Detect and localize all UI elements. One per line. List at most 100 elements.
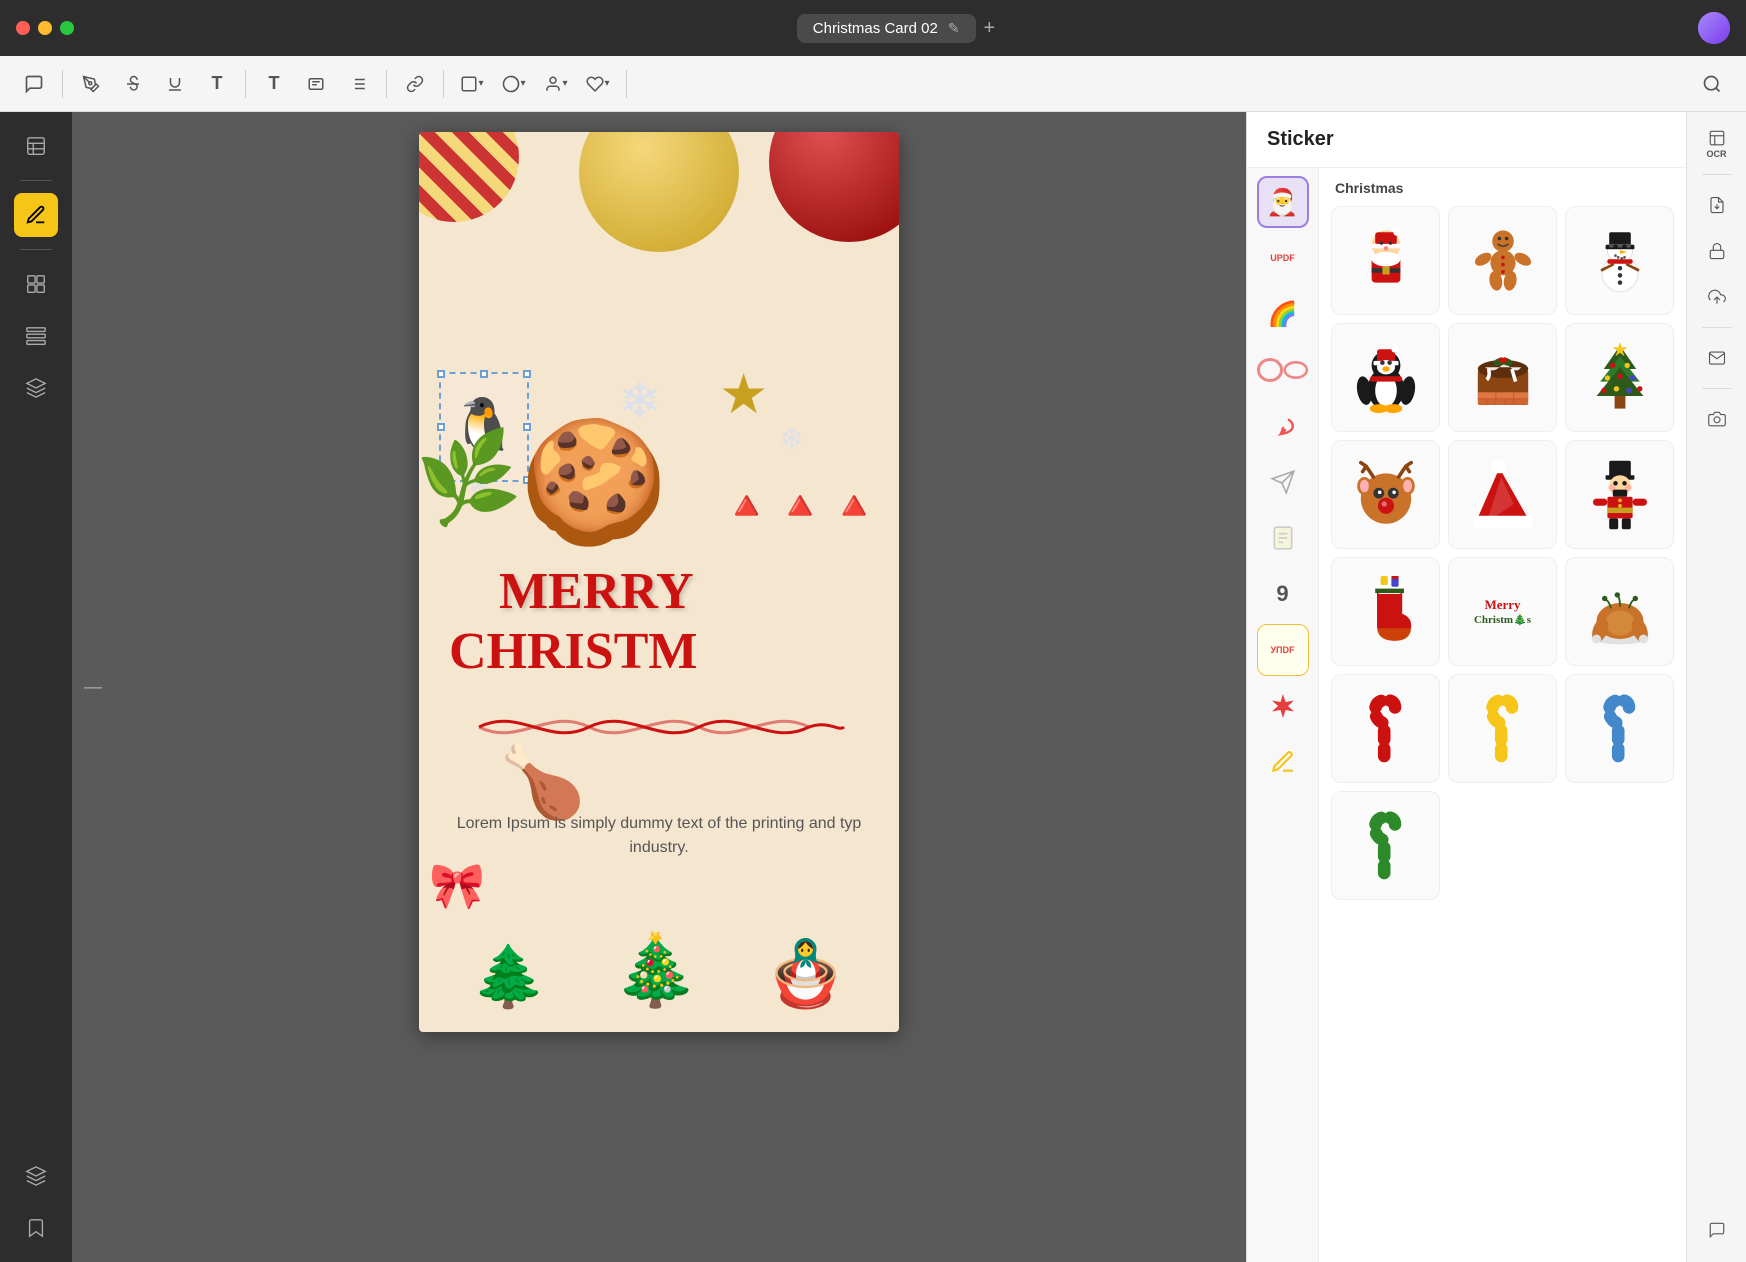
sticker-gingerbread[interactable] [1448, 206, 1557, 315]
leaf-branch: 🌿 [419, 424, 526, 534]
merry-text: MERRY [499, 562, 694, 621]
handle-tr[interactable] [523, 370, 531, 378]
share-button[interactable] [1697, 277, 1737, 317]
toolbar-sep-4 [443, 70, 444, 98]
sticker-christmas-tree[interactable] [1565, 323, 1674, 432]
ocr-button[interactable]: OCR [1697, 124, 1737, 164]
tree-3: 🔺 [829, 482, 879, 529]
text-box-button[interactable] [298, 66, 334, 102]
avatar[interactable] [1698, 12, 1730, 44]
sticker-nutcracker[interactable] [1565, 440, 1674, 549]
snowflake-2: ❄ [779, 422, 804, 457]
right-sep-3 [1702, 388, 1732, 389]
sidebar-layers-btn[interactable] [14, 1154, 58, 1198]
toolbar-sep-1 [62, 70, 63, 98]
toolbar-sep-3 [386, 70, 387, 98]
shape-button[interactable]: ▾ [454, 66, 490, 102]
category-number[interactable]: 9 [1257, 568, 1309, 620]
search-button[interactable] [1694, 66, 1730, 102]
sticker-candy-cane-green[interactable] [1331, 791, 1440, 900]
right-sep-1 [1702, 174, 1732, 175]
category-oval[interactable] [1257, 344, 1309, 396]
ocr-label: OCR [1707, 149, 1727, 159]
lock-button[interactable] [1697, 231, 1737, 271]
active-tab[interactable]: Christmas Card 02 ✎ [797, 14, 976, 43]
sidebar-components-btn[interactable] [14, 366, 58, 410]
sticker-panel: Sticker 🎅 UPDF 🌈 [1246, 112, 1686, 1262]
sticker-grid-area: Christmas [1319, 168, 1686, 1262]
strikethrough-button[interactable] [115, 66, 151, 102]
text-button[interactable]: T [199, 66, 235, 102]
edit-title-icon[interactable]: ✎ [948, 20, 960, 37]
sidebar-pages-btn[interactable] [14, 124, 58, 168]
category-emoji[interactable]: 🌈 [1257, 288, 1309, 340]
pinecone: 🌲 [472, 941, 547, 1012]
tree-1: 🔺 [722, 482, 772, 529]
sticker-santa-hat[interactable] [1448, 440, 1557, 549]
category-christmas[interactable]: 🎅 [1257, 176, 1309, 228]
category-label: Christmas [1331, 180, 1674, 196]
category-plane[interactable] [1257, 456, 1309, 508]
canvas-area[interactable]: — — 🍃 ★ ❄ ❄ ❄ [72, 112, 1246, 1262]
category-pencil[interactable] [1257, 736, 1309, 788]
category-ticket[interactable]: УПDF [1257, 624, 1309, 676]
category-note[interactable] [1257, 512, 1309, 564]
sticker-penguin-santa[interactable] [1331, 323, 1440, 432]
text-alt-button[interactable]: T [256, 66, 292, 102]
christmas-card[interactable]: 🍃 ★ ❄ ❄ ❄ 🐧 � [419, 132, 899, 1032]
toolbar-sep-5 [626, 70, 627, 98]
effect-button[interactable]: ▾ [496, 66, 532, 102]
sticker-candy-cane-red[interactable] [1331, 674, 1440, 783]
left-sidebar [0, 112, 72, 1262]
close-button[interactable] [16, 21, 30, 35]
category-arrow[interactable] [1257, 400, 1309, 452]
titlebar: Christmas Card 02 ✎ + [0, 0, 1746, 56]
bottom-tree: 🎄 [612, 930, 699, 1012]
sticker-santa[interactable] [1331, 206, 1440, 315]
sticker-candy-cane-blue[interactable] [1565, 674, 1674, 783]
gingerbread-sticker: 🍪 [519, 422, 668, 542]
sticker-stocking[interactable] [1331, 557, 1440, 666]
person-button[interactable]: ▾ [538, 66, 574, 102]
sticker-christmas-pudding[interactable] [1448, 323, 1557, 432]
sticker-reindeer[interactable] [1331, 440, 1440, 549]
mail-button[interactable] [1697, 338, 1737, 378]
handle-tl[interactable] [437, 370, 445, 378]
category-burst[interactable] [1257, 680, 1309, 732]
comment-button[interactable] [16, 66, 52, 102]
list-button[interactable] [340, 66, 376, 102]
sidebar-bookmark-btn[interactable] [14, 1206, 58, 1250]
christmas-text: CHRISTM [449, 622, 697, 681]
sidebar-annotate-btn[interactable] [14, 193, 58, 237]
sticker-merry-christmas-text[interactable]: Merry Christm🎄s [1448, 557, 1557, 666]
sticker-panel-title: Sticker [1247, 112, 1686, 168]
chat-button[interactable] [1697, 1210, 1737, 1250]
striped-ornament [419, 132, 519, 222]
handle-tm[interactable] [480, 370, 488, 378]
sidebar-forms-btn[interactable] [14, 262, 58, 306]
toolbar: T T ▾ ▾ ▾ ▾ [0, 56, 1746, 112]
add-tab-button[interactable]: + [984, 17, 996, 40]
category-updf[interactable]: UPDF [1257, 232, 1309, 284]
handle-ml[interactable] [437, 423, 445, 431]
sidebar-sep-1 [20, 180, 52, 181]
sidebar-arrange-btn[interactable] [14, 314, 58, 358]
minimize-button[interactable] [38, 21, 52, 35]
snapshot-button[interactable] [1697, 399, 1737, 439]
sticker-body: 🎅 UPDF 🌈 9 [1247, 168, 1686, 1262]
underline-button[interactable] [157, 66, 193, 102]
sticker-categories: 🎅 UPDF 🌈 9 [1247, 168, 1319, 1262]
gold-ornament [579, 132, 739, 252]
link-button[interactable] [397, 66, 433, 102]
sidebar-sep-2 [20, 249, 52, 250]
tree-2: 🔺 [775, 482, 825, 529]
watermark-button[interactable]: ▾ [580, 66, 616, 102]
sticker-snowman[interactable] [1565, 206, 1674, 315]
sticker-roast-turkey[interactable] [1565, 557, 1674, 666]
sticker-candy-cane-yellow[interactable] [1448, 674, 1557, 783]
maximize-button[interactable] [60, 21, 74, 35]
tab-area: Christmas Card 02 ✎ + [94, 14, 1698, 43]
pen-button[interactable] [73, 66, 109, 102]
lorem-ipsum-text: Lorem Ipsum is simply dummy text of the … [439, 812, 879, 860]
save-to-file-button[interactable] [1697, 185, 1737, 225]
